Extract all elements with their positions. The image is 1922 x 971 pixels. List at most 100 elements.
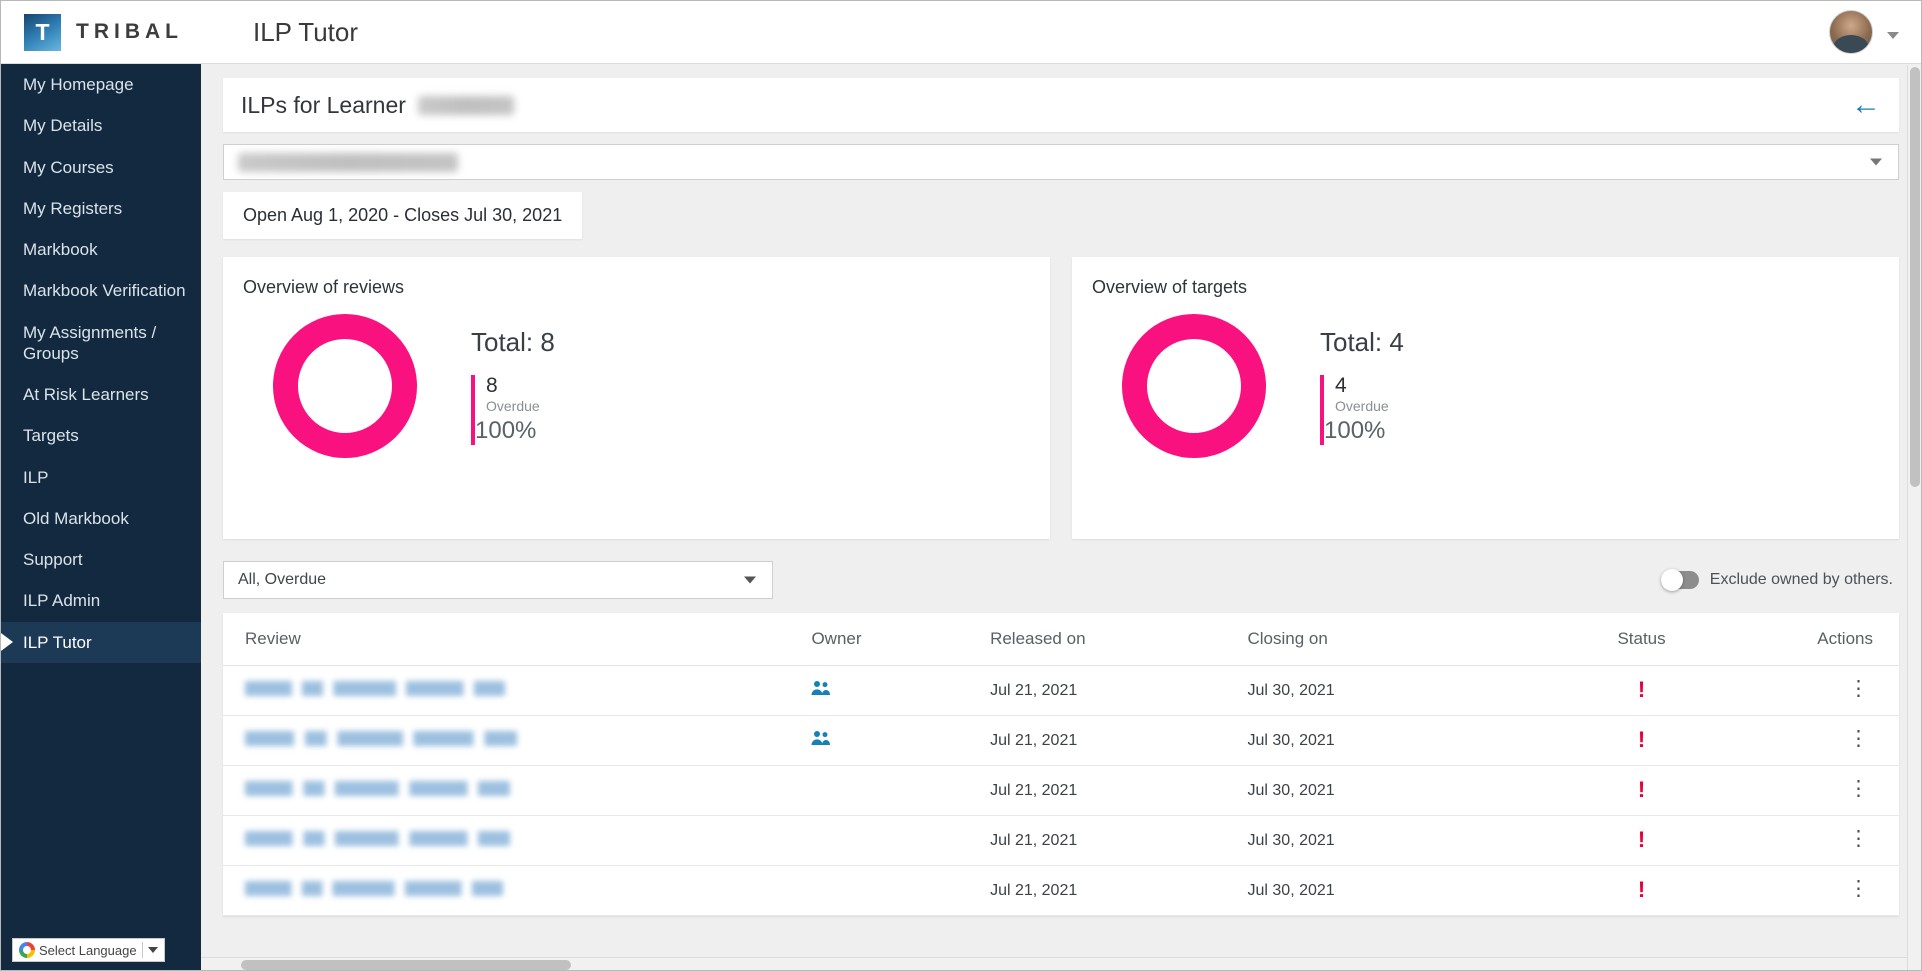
translate-label: Select Language: [39, 943, 137, 958]
sidebar-item-label: My Homepage: [23, 75, 134, 94]
status-filter-value: All, Overdue: [238, 571, 326, 589]
cell-review[interactable]: [223, 716, 811, 766]
table-row[interactable]: Jul 21, 2021 Jul 30, 2021 ! ⋮: [223, 666, 1899, 716]
targets-donut-chart: [1122, 314, 1266, 458]
cell-actions[interactable]: ⋮: [1762, 816, 1899, 866]
sidebar-item-label: My Assignments / Groups: [23, 323, 156, 363]
cell-owner: [811, 666, 990, 716]
sidebar-item-ilp-admin[interactable]: ILP Admin: [1, 580, 201, 621]
kebab-menu-icon[interactable]: ⋮: [1848, 783, 1869, 796]
ilp-select[interactable]: Redacted ILP selection: [223, 144, 1899, 180]
sidebar-item-my-details[interactable]: My Details: [1, 105, 201, 146]
user-menu[interactable]: [1829, 10, 1899, 54]
cell-status: !: [1521, 816, 1763, 866]
exclude-owned-toggle[interactable]: [1661, 571, 1699, 589]
cell-actions[interactable]: ⋮: [1762, 716, 1899, 766]
cell-status: !: [1521, 666, 1763, 716]
chevron-down-icon[interactable]: [744, 577, 756, 584]
status-badge: !: [1638, 727, 1645, 752]
table-row[interactable]: Jul 21, 2021 Jul 30, 2021 ! ⋮: [223, 716, 1899, 766]
panel-title: ILPs for Learner Redacted: [241, 92, 514, 119]
brand-name: TRIBAL: [76, 20, 183, 44]
column-header-released-on[interactable]: Released on: [990, 613, 1247, 666]
divider: [142, 942, 143, 958]
chevron-down-icon[interactable]: [1887, 32, 1899, 39]
review-link-redacted[interactable]: [245, 881, 503, 896]
kebab-menu-icon[interactable]: ⋮: [1848, 883, 1869, 896]
avatar[interactable]: [1829, 10, 1873, 54]
review-link-redacted[interactable]: [245, 681, 505, 696]
panel-title-text: ILPs for Learner: [241, 92, 406, 119]
top-bar: T TRIBAL ILP Tutor: [1, 1, 1921, 64]
status-badge: !: [1638, 827, 1645, 852]
chevron-down-icon[interactable]: [148, 947, 158, 953]
column-header-closing-on[interactable]: Closing on: [1248, 613, 1521, 666]
cell-status: !: [1521, 766, 1763, 816]
application-window: T TRIBAL ILP Tutor My Homepage My Detail…: [0, 0, 1922, 971]
sidebar-item-my-assignments-groups[interactable]: My Assignments / Groups: [1, 312, 201, 375]
reviews-overdue-label: Overdue: [486, 397, 555, 415]
sidebar-item-ilp[interactable]: ILP: [1, 457, 201, 498]
cell-released-on: Jul 21, 2021: [990, 866, 1247, 916]
sidebar-item-support[interactable]: Support: [1, 539, 201, 580]
kebab-menu-icon[interactable]: ⋮: [1848, 733, 1869, 746]
column-header-actions: Actions: [1762, 613, 1899, 666]
sidebar-item-ilp-tutor[interactable]: ILP Tutor: [1, 622, 201, 663]
reviews-legend: Total: 8 8 Overdue 100%: [471, 327, 555, 444]
table-row[interactable]: Jul 21, 2021 Jul 30, 2021 ! ⋮: [223, 816, 1899, 866]
column-header-review[interactable]: Review: [223, 613, 811, 666]
reviews-donut-chart: [273, 314, 417, 458]
donut-chart-row: Total: 8 8 Overdue 100%: [243, 314, 1030, 458]
sidebar-item-targets[interactable]: Targets: [1, 415, 201, 456]
cell-review[interactable]: [223, 866, 811, 916]
status-filter-select[interactable]: All, Overdue: [223, 561, 773, 599]
review-link-redacted[interactable]: [245, 731, 517, 746]
horizontal-scrollbar[interactable]: [201, 957, 1921, 971]
google-translate-widget[interactable]: Select Language: [12, 938, 165, 962]
cell-review[interactable]: [223, 766, 811, 816]
cell-closing-on: Jul 30, 2021: [1248, 716, 1521, 766]
exclude-owned-toggle-group[interactable]: Exclude owned by others.: [1661, 571, 1899, 589]
targets-total-label: Total: 4: [1320, 327, 1404, 358]
cell-actions[interactable]: ⋮: [1762, 666, 1899, 716]
table-row[interactable]: Jul 21, 2021 Jul 30, 2021 ! ⋮: [223, 866, 1899, 916]
targets-overdue-count: 4: [1335, 375, 1404, 397]
kebab-menu-icon[interactable]: ⋮: [1848, 833, 1869, 846]
reviews-overview-card: Overview of reviews Total: 8 8 Overdue 1…: [223, 257, 1050, 539]
brand-logo[interactable]: T TRIBAL: [24, 14, 183, 51]
cell-actions[interactable]: ⋮: [1762, 766, 1899, 816]
sidebar-item-markbook[interactable]: Markbook: [1, 229, 201, 270]
cell-status: !: [1521, 866, 1763, 916]
page-title: ILP Tutor: [253, 17, 358, 48]
table-row[interactable]: Jul 21, 2021 Jul 30, 2021 ! ⋮: [223, 766, 1899, 816]
targets-overview-card: Overview of targets Total: 4 4 Overdue 1…: [1072, 257, 1899, 539]
cell-review[interactable]: [223, 816, 811, 866]
toggle-knob: [1661, 569, 1683, 591]
vertical-scrollbar[interactable]: [1907, 65, 1921, 971]
review-link-redacted[interactable]: [245, 781, 510, 796]
cell-released-on: Jul 21, 2021: [990, 716, 1247, 766]
column-header-owner[interactable]: Owner: [811, 613, 990, 666]
horizontal-scrollbar-thumb[interactable]: [241, 960, 571, 970]
card-title: Overview of reviews: [243, 277, 1030, 298]
sidebar-item-at-risk-learners[interactable]: At Risk Learners: [1, 374, 201, 415]
targets-overdue-percent: 100%: [1324, 417, 1404, 445]
cell-owner: [811, 716, 990, 766]
sidebar-item-my-registers[interactable]: My Registers: [1, 188, 201, 229]
kebab-menu-icon[interactable]: ⋮: [1848, 683, 1869, 696]
sidebar-item-old-markbook[interactable]: Old Markbook: [1, 498, 201, 539]
reviews-overdue-count: 8: [486, 375, 555, 397]
column-header-status[interactable]: Status: [1521, 613, 1763, 666]
cell-actions[interactable]: ⋮: [1762, 866, 1899, 916]
chevron-down-icon[interactable]: [1870, 159, 1882, 166]
vertical-scrollbar-thumb[interactable]: [1910, 67, 1920, 487]
google-icon: [19, 942, 35, 958]
sidebar-item-my-courses[interactable]: My Courses: [1, 147, 201, 188]
back-button[interactable]: ←: [1851, 90, 1881, 120]
sidebar-item-my-homepage[interactable]: My Homepage: [1, 64, 201, 105]
review-link-redacted[interactable]: [245, 831, 510, 846]
sidebar: My Homepage My Details My Courses My Reg…: [1, 64, 201, 971]
sidebar-item-markbook-verification[interactable]: Markbook Verification: [1, 270, 201, 311]
cell-review[interactable]: [223, 666, 811, 716]
overview-cards: Overview of reviews Total: 8 8 Overdue 1…: [223, 257, 1899, 539]
